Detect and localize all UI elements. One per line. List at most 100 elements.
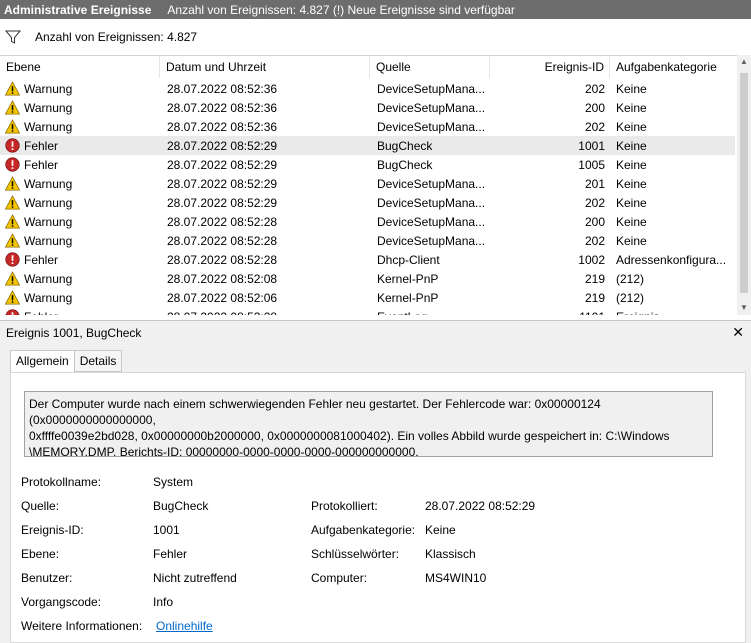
view-titlebar: Administrative Ereignisse Anzahl von Ere… [0, 0, 751, 19]
cell-event-id: 219 [584, 271, 605, 286]
label-schluesselwoerter: Schlüsselwörter: [311, 547, 400, 561]
cell-source: DeviceSetupMana... [377, 100, 486, 115]
close-icon[interactable]: ✕ [732, 324, 744, 341]
scroll-up-icon[interactable]: ▲ [737, 55, 751, 69]
cell-event-id: 1005 [578, 157, 605, 172]
table-row[interactable]: Fehler 28.07.2022 08:52:29 BugCheck 1005 Kei… [0, 155, 735, 174]
level-text: Warnung [24, 176, 73, 191]
label-protokolliert: Protokolliert: [311, 499, 378, 513]
level-text: Fehler [24, 310, 58, 316]
cell-level: Warnung [0, 195, 160, 210]
cell-level: Fehler [0, 309, 160, 315]
table-row[interactable]: Warnung 28.07.2022 08:52:08 Kernel-PnP 219 (… [0, 269, 735, 288]
cell-level: Warnung [0, 271, 160, 286]
value-quelle: BugCheck [153, 499, 209, 513]
table-row[interactable]: Fehler 28.07.2022 08:52:28 Dhcp-Client 1002… [0, 250, 735, 269]
label-benutzer: Benutzer: [21, 571, 73, 585]
online-help-link[interactable]: Onlinehilfe [156, 619, 213, 633]
cell-level: Warnung [0, 290, 160, 305]
cell-task-category: Keine [616, 100, 647, 115]
table-row[interactable]: Fehler 28.07.2022 08:52:28EventLog1101Ere… [0, 307, 735, 315]
column-header-level[interactable]: Ebene [0, 56, 160, 78]
warning-icon [5, 233, 24, 248]
label-protokollname: Protokollname: [21, 475, 102, 489]
cell-event-id: 219 [584, 290, 605, 305]
grid-header: Ebene Datum und Uhrzeit Quelle Ereignis-… [0, 56, 735, 78]
cell-level: Warnung [0, 176, 160, 191]
table-row[interactable]: Warnung 28.07.2022 08:52:06 Kernel-PnP 219 (… [0, 288, 735, 307]
value-ereignis-id: 1001 [153, 523, 180, 537]
filter-icon[interactable] [5, 29, 21, 45]
filter-count-label: Anzahl von Ereignissen: 4.827 [35, 30, 198, 44]
view-title: Administrative Ereignisse [4, 2, 152, 17]
cell-source: DeviceSetupMana... [377, 176, 486, 191]
cell-task-category: Ereignis... [610, 310, 735, 316]
label-weitere-informationen: Weitere Informationen: [21, 619, 143, 633]
cell-task-category: Keine [616, 195, 647, 210]
event-count-info: Anzahl von Ereignissen: 4.827 (!) Neue E… [167, 2, 515, 17]
table-row[interactable]: Warnung 28.07.2022 08:52:28 DeviceSetupMan… [0, 231, 735, 250]
value-protokollname: System [153, 475, 194, 489]
level-text: Warnung [24, 214, 73, 229]
event-grid: Ebene Datum und Uhrzeit Quelle Ereignis-… [0, 55, 751, 315]
table-row[interactable]: Fehler 28.07.2022 08:52:29 BugCheck 1001 Kei… [0, 136, 735, 155]
table-row[interactable]: Warnung 28.07.2022 08:52:28 DeviceSetupMan… [0, 212, 735, 231]
warning-icon [5, 214, 24, 229]
cell-task-category: Keine [616, 81, 647, 96]
column-header-event-id[interactable]: Ereignis-ID [490, 56, 610, 78]
scrollbar-thumb[interactable] [740, 73, 748, 293]
value-schluesselwoerter: Klassisch [425, 547, 476, 561]
error-icon [5, 252, 24, 267]
cell-task-category: Keine [616, 176, 647, 191]
detail-panel: Allgemein Details Der Computer wurde nac… [0, 344, 751, 643]
value-computer: MS4WIN10 [425, 571, 487, 585]
value-benutzer: Nicht zutreffend [153, 571, 237, 585]
level-text: Fehler [24, 252, 59, 267]
cell-event-id: 1001 [578, 138, 605, 153]
general-tab-panel: Der Computer wurde nach einem schwerwieg… [10, 372, 746, 643]
event-rows: Warnung 28.07.2022 08:52:36 DeviceSetupMan… [0, 79, 735, 315]
cell-level: Warnung [0, 214, 160, 229]
cell-level: Warnung [0, 100, 160, 115]
cell-source: Kernel-PnP [377, 290, 439, 305]
level-text: Fehler [24, 138, 59, 153]
column-header-task-category[interactable]: Aufgabenkategorie [610, 56, 735, 78]
table-row[interactable]: Warnung 28.07.2022 08:52:36 DeviceSetupMan… [0, 117, 735, 136]
level-text: Warnung [24, 100, 73, 115]
cell-source: DeviceSetupMana... [377, 233, 486, 248]
cell-event-id: 202 [584, 119, 605, 134]
cell-event-id: 202 [584, 195, 605, 210]
column-header-datetime[interactable]: Datum und Uhrzeit [160, 56, 370, 78]
cell-datetime: 28.07.2022 08:52:28 [167, 233, 278, 248]
warning-icon [5, 81, 24, 96]
table-row[interactable]: Warnung 28.07.2022 08:52:29 DeviceSetupMan… [0, 174, 735, 193]
cell-datetime: 28.07.2022 08:52:06 [167, 290, 278, 305]
cell-task-category: Keine [616, 138, 647, 153]
cell-source: DeviceSetupMana... [377, 195, 486, 210]
scroll-down-icon[interactable]: ▼ [737, 301, 751, 315]
tab-allgemein[interactable]: Allgemein [10, 350, 75, 374]
cell-source: Kernel-PnP [377, 271, 439, 286]
tab-details[interactable]: Details [73, 350, 123, 372]
cell-datetime: 28.07.2022 08:52:28 [160, 310, 370, 316]
level-text: Warnung [24, 195, 73, 210]
warning-icon [5, 290, 24, 305]
cell-event-id: 1002 [578, 252, 605, 267]
warning-icon [5, 176, 24, 191]
column-header-source[interactable]: Quelle [370, 56, 490, 78]
cell-datetime: 28.07.2022 08:52:29 [167, 138, 278, 153]
cell-source: Dhcp-Client [377, 252, 440, 267]
detail-header: Ereignis 1001, BugCheck ✕ [0, 320, 751, 344]
label-vorgangscode: Vorgangscode: [21, 595, 102, 609]
grid-scrollbar[interactable]: ▲ ▼ [737, 55, 751, 315]
level-text: Warnung [24, 119, 73, 134]
event-description[interactable]: Der Computer wurde nach einem schwerwieg… [24, 391, 713, 459]
level-text: Warnung [24, 81, 73, 96]
label-computer: Computer: [311, 571, 368, 585]
table-row[interactable]: Warnung 28.07.2022 08:52:36 DeviceSetupMan… [0, 98, 735, 117]
cell-datetime: 28.07.2022 08:52:28 [167, 214, 278, 229]
table-row[interactable]: Warnung 28.07.2022 08:52:29 DeviceSetupMan… [0, 193, 735, 212]
table-row[interactable]: Warnung 28.07.2022 08:52:36 DeviceSetupMan… [0, 79, 735, 98]
label-aufgabenkategorie: Aufgabenkategorie: [311, 523, 416, 537]
filter-bar: Anzahl von Ereignissen: 4.827 [0, 19, 751, 55]
